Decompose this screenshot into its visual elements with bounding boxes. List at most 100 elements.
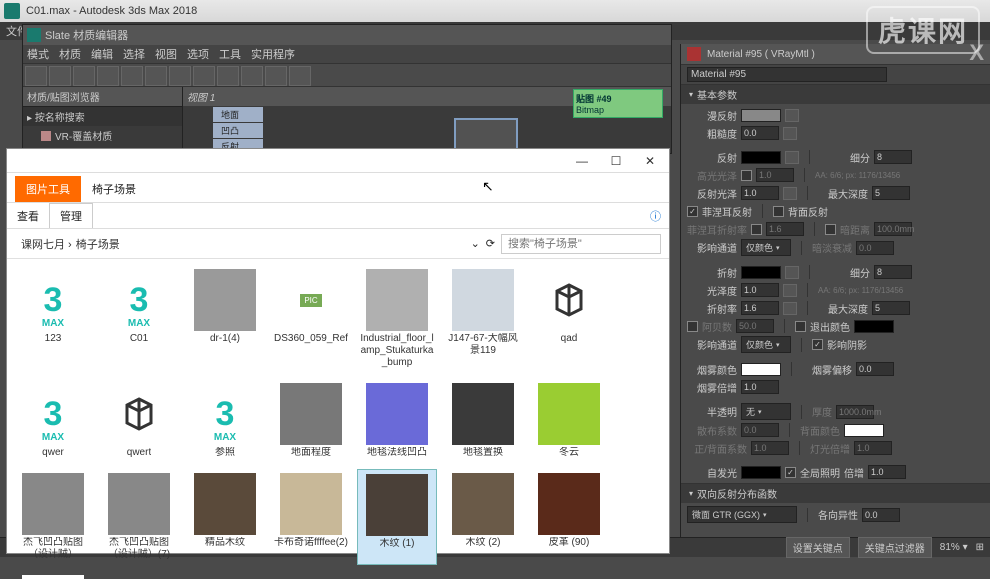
refr-subdiv-spinner[interactable]: 8 (874, 265, 912, 279)
dim-distance-checkbox[interactable] (825, 224, 836, 235)
file-item[interactable]: 卡布奇诺ffffee(2) (271, 469, 351, 565)
fresnel-ior-lock[interactable] (751, 224, 762, 235)
hilight-spinner[interactable]: 1.0 (756, 168, 794, 182)
section-brdf[interactable]: 双向反射分布函数 (681, 484, 990, 503)
manage-tab[interactable]: 管理 (49, 203, 93, 228)
viewport-nav-icon[interactable]: ⊞ (976, 542, 984, 553)
tree-item[interactable]: VR-覆盖材质 (23, 126, 182, 145)
ior-spinner[interactable]: 1.6 (741, 301, 779, 315)
toolbar-button[interactable] (265, 66, 287, 86)
browser-search[interactable]: ▸ 按名称搜索 (23, 107, 182, 126)
glossiness-map-button[interactable] (783, 284, 797, 297)
fwd-back-spinner[interactable]: 1.0 (751, 441, 789, 455)
maximize-button[interactable]: ☐ (601, 151, 631, 171)
context-tab[interactable]: 椅子场景 (81, 176, 147, 202)
fresnel-ior-spinner[interactable]: 1.6 (766, 222, 804, 236)
affect-shadow-checkbox[interactable] (812, 339, 823, 350)
explorer-ribbon-tabs[interactable]: 图片工具 椅子场景 (7, 173, 669, 203)
toolbar-button[interactable] (145, 66, 167, 86)
slate-menu-item[interactable]: 选项 (187, 46, 209, 62)
file-item[interactable]: 皮革 (90) (529, 469, 609, 565)
slate-menu-item[interactable]: 工具 (219, 46, 241, 62)
file-item[interactable]: 木纹 (2) (443, 469, 523, 565)
file-item[interactable]: J147-67-大幅风景119 (443, 265, 523, 373)
anisotropy-spinner[interactable]: 0.0 (862, 508, 900, 522)
self-illum-swatch[interactable] (741, 466, 781, 479)
exit-color-checkbox[interactable] (795, 321, 806, 332)
picture-tools-tab[interactable]: 图片工具 (15, 176, 81, 202)
refresh-icon[interactable]: ⟳ (486, 237, 495, 250)
explorer-titlebar[interactable]: — ☐ ✕ (7, 149, 669, 173)
toolbar-button[interactable] (241, 66, 263, 86)
thickness-spinner[interactable]: 1000.0mm (836, 405, 874, 419)
file-item[interactable]: MAXC01 (99, 265, 179, 373)
max-depth-spinner[interactable]: 5 (872, 186, 910, 200)
refl-gloss-map-button[interactable] (783, 187, 797, 200)
dropdown-icon[interactable]: ⌄ (471, 237, 480, 250)
affect-channel-dropdown[interactable]: 仅颜色 (741, 239, 791, 256)
brdf-type-dropdown[interactable]: 微面 GTR (GGX) (687, 506, 797, 523)
output-slot[interactable]: 地面 (213, 107, 263, 122)
refl-gloss-spinner[interactable]: 1.0 (741, 186, 779, 200)
back-color-swatch[interactable] (844, 424, 884, 437)
fresnel-checkbox[interactable] (687, 206, 698, 217)
dim-falloff-spinner[interactable]: 0.0 (856, 241, 894, 255)
slate-titlebar[interactable]: Slate 材质编辑器 (23, 25, 671, 45)
file-item[interactable]: 地面程度 (271, 379, 351, 463)
gi-checkbox[interactable] (785, 467, 796, 478)
zoom-level[interactable]: 81% ▾ (940, 542, 968, 553)
fog-bias-spinner[interactable]: 0.0 (856, 362, 894, 376)
breadcrumb[interactable]: 课网七月 › 椅子场景 (15, 233, 465, 255)
file-item[interactable]: MAX参照 (185, 379, 265, 463)
file-item[interactable]: MAXqwer (13, 379, 93, 463)
toolbar-button[interactable] (193, 66, 215, 86)
file-item[interactable]: 杰飞凹凸贴图（设计贼）(7) (99, 469, 179, 565)
bitmap-node[interactable]: 贴图 #49 Bitmap (573, 89, 663, 118)
file-item[interactable]: qwert (99, 379, 179, 463)
diffuse-map-button[interactable] (785, 109, 799, 122)
slate-menu-item[interactable]: 选择 (123, 46, 145, 62)
affect-channel2-dropdown[interactable]: 仅颜色 (741, 336, 791, 353)
file-item[interactable]: MAX123 (13, 265, 93, 373)
hilight-lock[interactable] (741, 170, 752, 181)
roughness-map-button[interactable] (783, 127, 797, 140)
file-grid[interactable]: MAX123MAXC01dr-1(4)PICDS360_059_RefIndus… (7, 259, 669, 579)
exit-color-swatch[interactable] (854, 320, 894, 333)
file-item[interactable]: 地毯置换 (443, 379, 523, 463)
fog-color-swatch[interactable] (741, 363, 781, 376)
file-item[interactable]: 木纹 (1) (357, 469, 437, 565)
output-slot[interactable]: 凹凸 (213, 123, 263, 138)
toolbar-button[interactable] (169, 66, 191, 86)
toolbar-button[interactable] (289, 66, 311, 86)
panel-close-icon[interactable] (687, 47, 701, 61)
toolbar-button[interactable] (25, 66, 47, 86)
close-button[interactable]: ✕ (635, 151, 665, 171)
file-item[interactable]: 冬云 (529, 379, 609, 463)
fog-mult-spinner[interactable]: 1.0 (741, 380, 779, 394)
toolbar-button[interactable] (217, 66, 239, 86)
dim-distance-spinner[interactable]: 100.0mm (874, 222, 912, 236)
refr-max-depth-spinner[interactable]: 5 (872, 301, 910, 315)
slate-canvas[interactable]: 视图 1 地面 凹凸 反射 光泽 粗糙 发光 贴图 #49 Bitmap (183, 87, 671, 153)
glossiness-spinner[interactable]: 1.0 (741, 283, 779, 297)
file-item[interactable]: Industrial_floor_lamp_Stukaturka_bump (357, 265, 437, 373)
view-tab[interactable]: 查看 (7, 205, 49, 227)
file-item[interactable]: MAX (13, 571, 93, 579)
scatter-spinner[interactable]: 0.0 (741, 423, 779, 437)
back-reflect-checkbox[interactable] (773, 206, 784, 217)
refract-swatch[interactable] (741, 266, 781, 279)
set-keyframe-button[interactable]: 设置关键点 (786, 537, 850, 558)
section-basic-params[interactable]: 基本参数 (681, 85, 990, 104)
slate-menu-item[interactable]: 编辑 (91, 46, 113, 62)
refract-map-button[interactable] (785, 266, 799, 279)
slate-toolbar[interactable] (23, 63, 671, 87)
slate-menu-item[interactable]: 模式 (27, 46, 49, 62)
slate-menu-item[interactable]: 实用程序 (251, 46, 295, 62)
file-item[interactable]: qad (529, 265, 609, 373)
slate-menu-item[interactable]: 视图 (155, 46, 177, 62)
subdiv-spinner[interactable]: 8 (874, 150, 912, 164)
minimize-button[interactable]: — (567, 151, 597, 171)
light-mult-spinner[interactable]: 1.0 (854, 441, 892, 455)
reflect-map-button[interactable] (785, 151, 799, 164)
toolbar-button[interactable] (49, 66, 71, 86)
